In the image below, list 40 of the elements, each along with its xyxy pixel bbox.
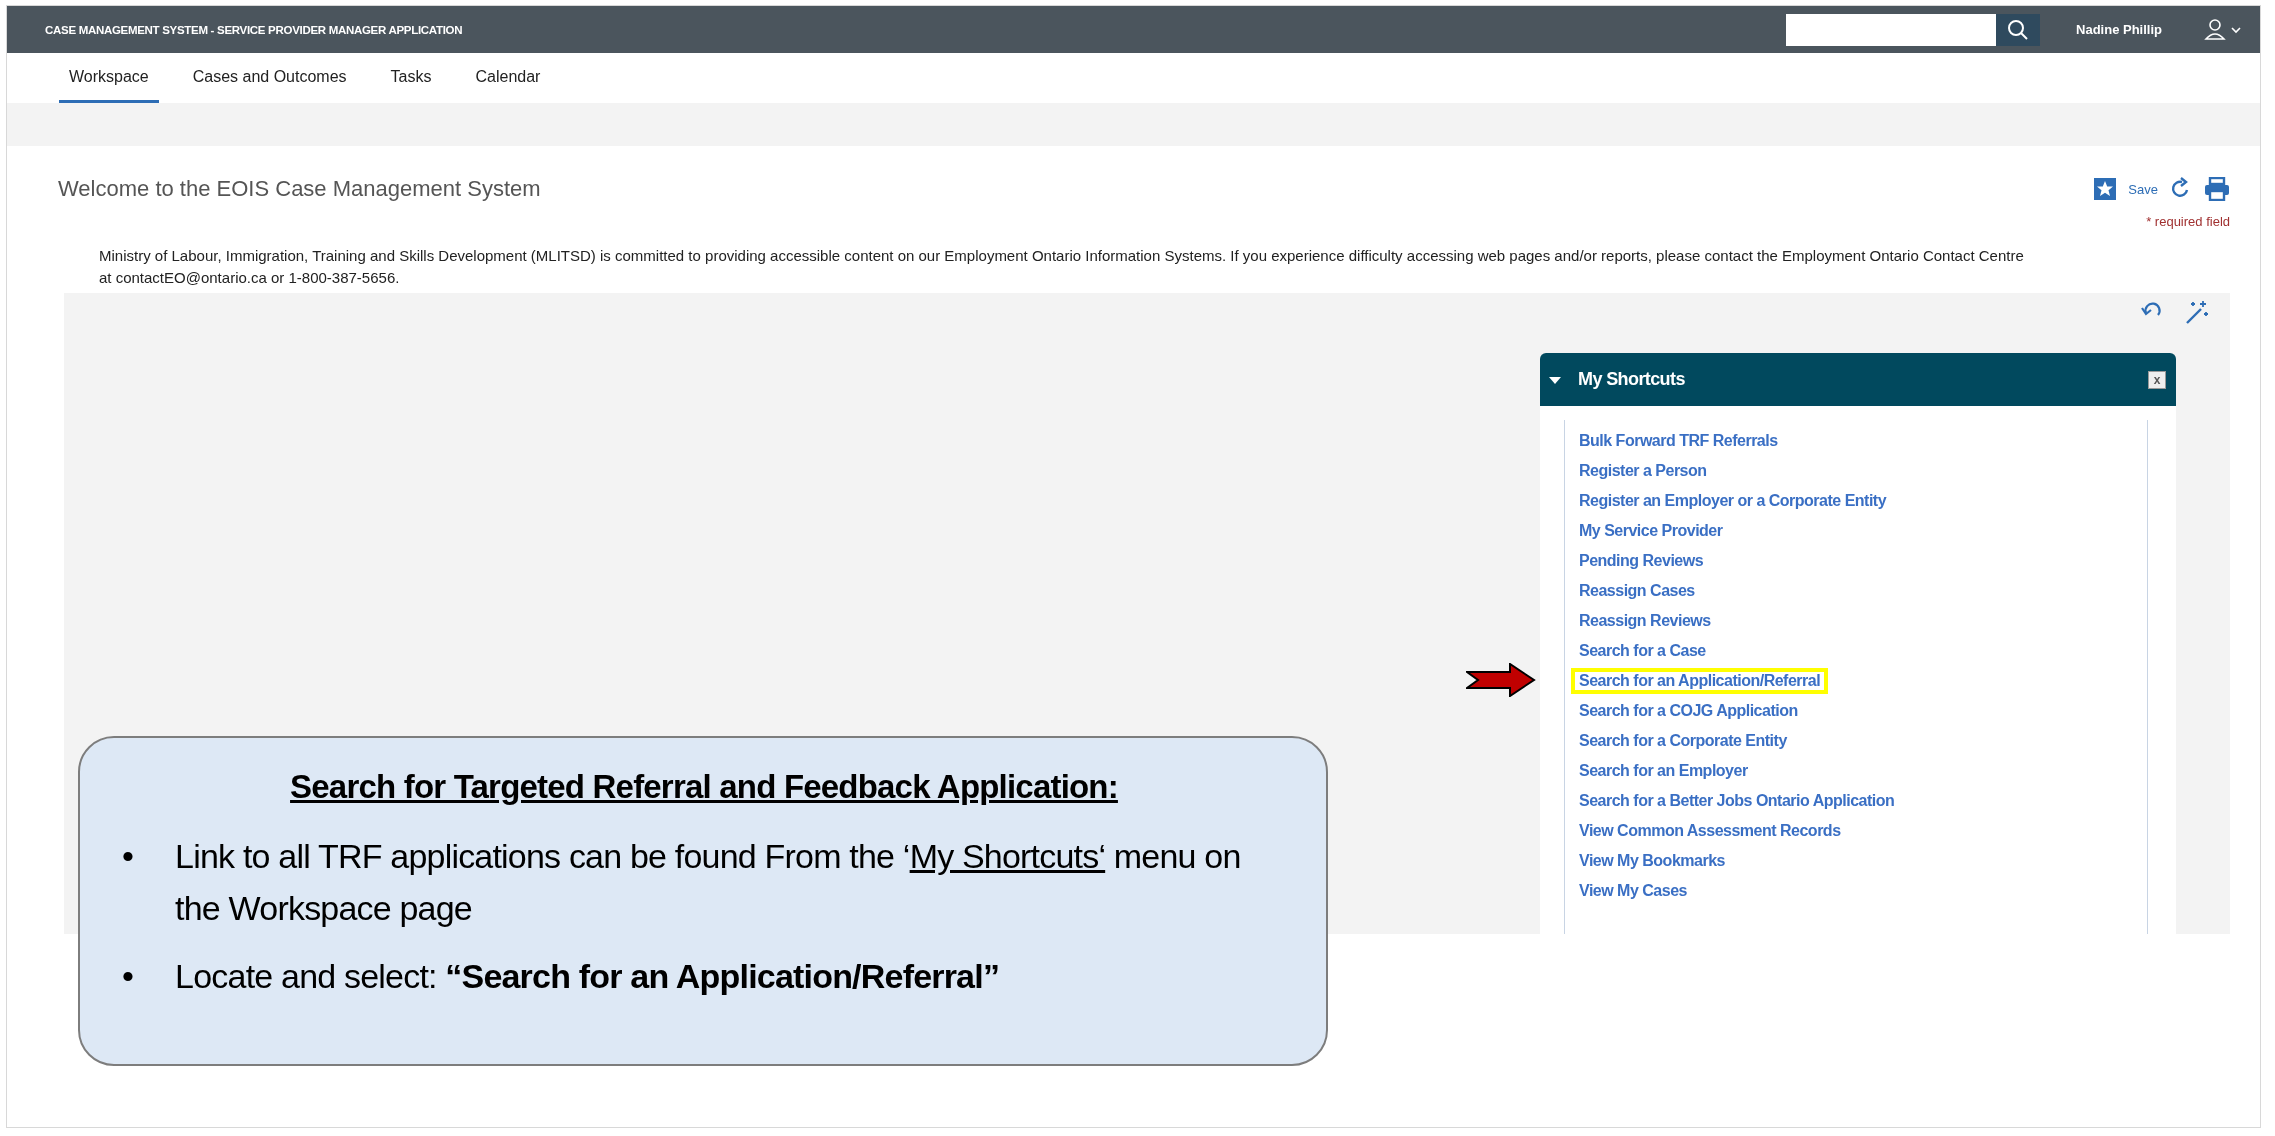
- accessibility-notice: Ministry of Labour, Immigration, Training and Skills Development (MLITSD) is committed to providing accessible content on our Employment Ontario Information Systems. If you experience difficulty accessing web pages and/or reports, please contact the Employment Ontario Contact Centre at contactEO@ontario.ca or 1-800-387-5656.: [99, 246, 2025, 288]
- pointer-arrow-icon: [1466, 663, 1536, 697]
- caret-down-icon[interactable]: [1548, 374, 1562, 385]
- shortcut-link[interactable]: Search for a Better Jobs Ontario Application: [1571, 788, 1903, 814]
- callout-text: Locate and select: “Search for an Application/Referral”: [175, 956, 1001, 997]
- shortcut-link[interactable]: Search for an Employer: [1571, 758, 1756, 784]
- search-icon: [2007, 18, 2030, 41]
- search-field[interactable]: [1786, 13, 1997, 46]
- bullet-mark: •: [122, 956, 134, 997]
- callout-text: Link to all TRF applications can be found From the ‘My Shortcuts‘ menu on the Workspace page: [175, 836, 1242, 929]
- shortcut-link[interactable]: Reassign Cases: [1571, 578, 1703, 604]
- search-button[interactable]: [1996, 13, 2041, 46]
- shortcut-link[interactable]: Search for a Case: [1571, 638, 1714, 664]
- close-button[interactable]: x: [2148, 370, 2166, 389]
- card-title: My Shortcuts: [1578, 369, 1686, 390]
- shortcut-link[interactable]: Bulk Forward TRF Referrals: [1571, 428, 1786, 454]
- print-icon[interactable]: [2204, 177, 2230, 201]
- shortcut-link[interactable]: Reassign Reviews: [1571, 608, 1719, 634]
- shortcut-link[interactable]: View My Cases: [1571, 878, 1695, 904]
- page-title: Welcome to the EOIS Case Management System: [58, 176, 541, 202]
- magic-wand-icon[interactable]: [2184, 299, 2210, 325]
- shortcut-link[interactable]: Pending Reviews: [1571, 548, 1712, 574]
- nav-tab[interactable]: Calendar: [465, 53, 551, 103]
- shortcut-link[interactable]: View My Bookmarks: [1571, 848, 1733, 874]
- save-link[interactable]: Save: [2128, 181, 2158, 197]
- nav-tab[interactable]: Cases and Outcomes: [182, 53, 357, 103]
- shortcut-link[interactable]: Register an Employer or a Corporate Entity: [1571, 488, 1895, 514]
- shortcut-link[interactable]: View Common Assessment Records: [1571, 818, 1849, 844]
- required-note: * required field: [2145, 214, 2230, 229]
- callout-title: Search for Targeted Referral and Feedback Application:: [289, 768, 1119, 806]
- shortcut-link[interactable]: Search for an Application/Referral: [1571, 668, 1829, 694]
- shortcut-link[interactable]: Search for a Corporate Entity: [1571, 728, 1795, 754]
- app-title: CASE MANAGEMENT SYSTEM - SERVICE PROVIDER MANAGER APPLICATION: [45, 23, 463, 36]
- shortcut-link[interactable]: Search for a COJG Application: [1571, 698, 1806, 724]
- nav-tab[interactable]: Tasks: [380, 53, 442, 103]
- bullet-mark: •: [122, 836, 134, 877]
- user-name: Nadine Phillip: [2076, 22, 2162, 37]
- shortcut-link[interactable]: Register a Person: [1571, 458, 1715, 484]
- shortcut-link[interactable]: My Service Provider: [1571, 518, 1731, 544]
- user-menu-icon[interactable]: [2204, 17, 2244, 42]
